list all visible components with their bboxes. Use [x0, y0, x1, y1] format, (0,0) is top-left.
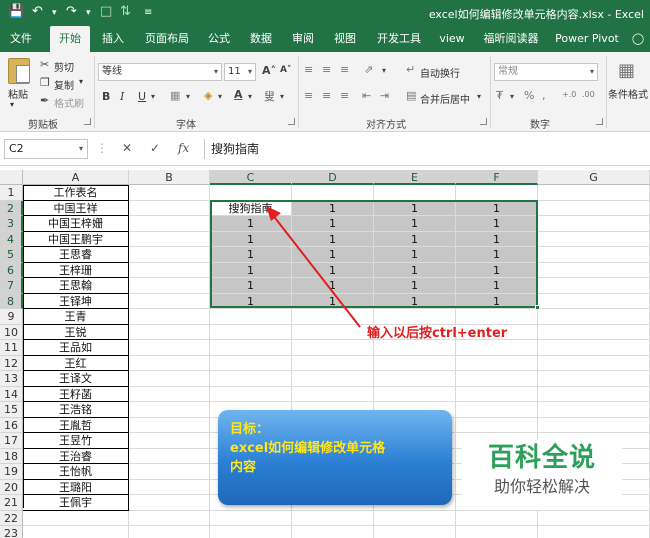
goal-callout: 目标： excel如何编辑修改单元格 内容 — [218, 410, 452, 505]
excel-window: 💾 ↶ ▾ ↷ ▾ □ ⇅ ≡ excel如何编辑修改单元格内容.xlsx - … — [0, 0, 650, 538]
instruction-annotation: 输入以后按ctrl+enter — [367, 326, 508, 341]
arrow-head — [266, 206, 281, 221]
arrow-line — [271, 213, 361, 328]
watermark-title: 百科全说 — [487, 443, 596, 473]
watermark-subtitle: 助你轻松解决 — [493, 477, 590, 496]
goal-line-2: excel如何编辑修改单元格 — [230, 441, 386, 456]
goal-line-3: 内容 — [230, 460, 257, 475]
goal-line-1: 目标： — [230, 422, 270, 437]
watermark: 百科全说 助你轻松解决 — [462, 440, 622, 510]
